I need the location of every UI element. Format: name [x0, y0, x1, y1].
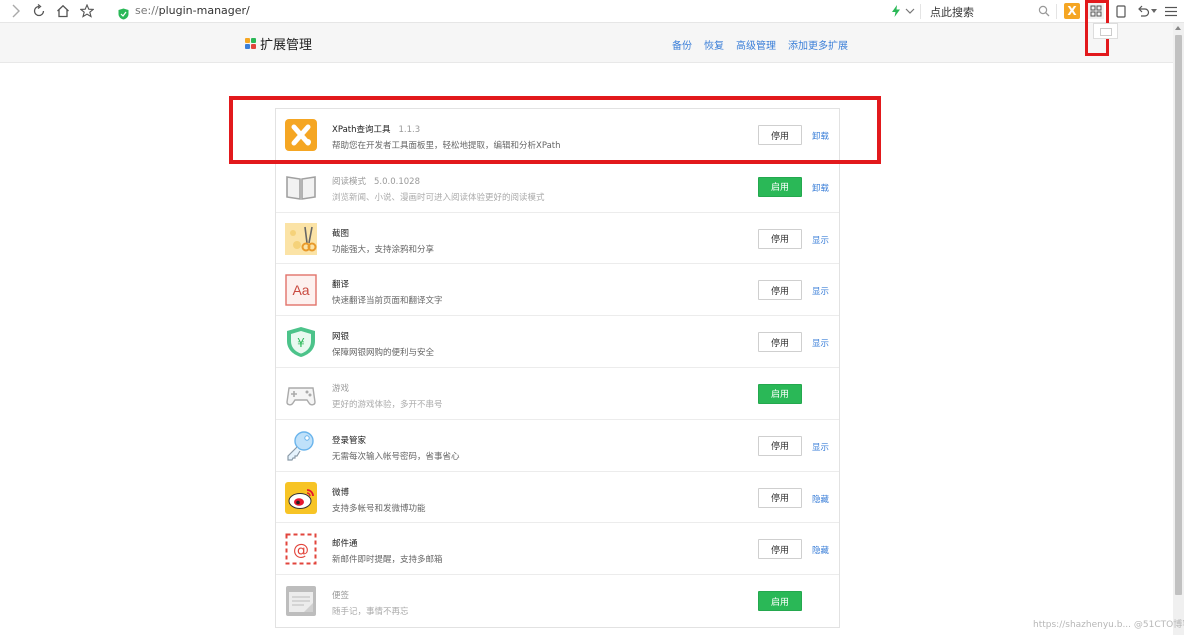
hide-link[interactable]: 隐藏	[812, 493, 829, 505]
browser-toolbar: se://plugin-manager/ 点此搜索 X	[0, 0, 1184, 23]
extension-row-mail: @ 邮件通 新邮件即时提醒，支持多邮箱 停用 隐藏	[276, 523, 839, 576]
show-link[interactable]: 显示	[812, 234, 829, 246]
xpath-extension-icon[interactable]: X	[1064, 3, 1080, 19]
extension-desc: 无需每次输入帐号密码，省事省心	[332, 451, 460, 462]
search-input[interactable]: 点此搜索	[930, 4, 974, 20]
disable-button[interactable]: 停用	[758, 487, 802, 508]
tablet-icon[interactable]	[1113, 3, 1129, 19]
bank-shield-icon: ¥	[285, 326, 317, 358]
extension-row-translate: Aa 翻译 快速翻译当前页面和翻译文字 停用 显示	[276, 264, 839, 317]
extension-version: 5.0.0.1028	[374, 176, 420, 187]
watermark: https://shazhenyu.b... @51CTO博客	[1033, 620, 1184, 630]
extension-desc: 保障网银网购的便利与安全	[332, 348, 435, 359]
address-scheme: se://	[135, 4, 159, 17]
show-link[interactable]: 显示	[812, 441, 829, 453]
refresh-icon[interactable]	[31, 3, 47, 19]
toolbar-divider	[920, 4, 921, 19]
undo-dropdown-icon[interactable]	[1150, 3, 1158, 19]
show-link[interactable]: 显示	[812, 337, 829, 349]
enable-button[interactable]: 启用	[758, 176, 802, 197]
key-icon	[285, 430, 317, 462]
extension-list: XPath查询工具 1.1.3 帮助您在开发者工具面板里，轻松地提取，编辑和分析X…	[275, 108, 840, 628]
extension-row-weibo: 微博 支持多帐号和发微博功能 停用 隐藏	[276, 472, 839, 524]
header-links: 备份 恢复 高级管理 添加更多扩展	[672, 37, 848, 52]
enable-button[interactable]: 启用	[758, 383, 802, 404]
add-more-extensions-link[interactable]: 添加更多扩展	[788, 37, 848, 52]
extension-row-note: 便签 随手记，事情不再忘 启用	[276, 575, 839, 627]
menu-icon[interactable]	[1163, 3, 1179, 19]
extension-name: 邮件通	[332, 539, 358, 550]
restore-link[interactable]: 恢复	[704, 37, 724, 52]
mail-icon: @	[285, 533, 317, 565]
extension-row-screenshot: 截图 功能强大，支持涂鸦和分享 停用 显示	[276, 213, 839, 265]
extension-desc: 浏览新闻、小说、漫画时可进入阅读体验更好的阅读模式	[332, 192, 545, 203]
brand: 扩展管理	[245, 34, 312, 53]
secure-shield-icon	[118, 5, 129, 20]
hide-link[interactable]: 隐藏	[812, 544, 829, 556]
search-icon[interactable]	[1036, 3, 1052, 19]
home-icon[interactable]	[55, 3, 71, 19]
uninstall-link[interactable]: 卸载	[812, 182, 829, 194]
backup-link[interactable]: 备份	[672, 37, 692, 52]
disable-button[interactable]: 停用	[758, 228, 802, 249]
extension-row-login-manager: 登录管家 无需每次输入帐号密码，省事省心 停用 显示	[276, 420, 839, 472]
disable-button[interactable]: 停用	[758, 435, 802, 456]
address-path: plugin-manager/	[158, 4, 250, 17]
extension-desc: 快速翻译当前页面和翻译文字	[332, 296, 443, 307]
extension-desc: 功能强大，支持涂鸦和分享	[332, 244, 435, 255]
toolbar-tooltip	[1093, 23, 1118, 39]
extension-name: 游戏	[332, 383, 350, 394]
extension-row-ebank: ¥ 网银 保障网银网购的便利与安全 停用 显示	[276, 316, 839, 368]
translate-icon: Aa	[285, 274, 317, 307]
scissors-icon	[285, 222, 317, 255]
extension-row-game: 游戏 更好的游戏体验，多开不串号 启用	[276, 368, 839, 420]
extension-desc: 更好的游戏体验，多开不串号	[332, 399, 443, 410]
extension-name: 微博	[332, 487, 350, 498]
advanced-manage-link[interactable]: 高级管理	[736, 37, 776, 52]
svg-text:¥: ¥	[297, 336, 305, 350]
extension-name: 网银	[332, 332, 350, 343]
svg-text:@: @	[293, 540, 309, 559]
toolbar-divider	[1056, 4, 1057, 19]
extension-name: 阅读模式 5.0.0.1028	[332, 176, 420, 187]
extension-name: 登录管家	[332, 435, 367, 446]
enable-button[interactable]: 启用	[758, 591, 802, 612]
disable-button[interactable]: 停用	[758, 332, 802, 353]
book-icon	[285, 171, 317, 203]
show-link[interactable]: 显示	[812, 285, 829, 297]
disable-button[interactable]: 停用	[758, 280, 802, 301]
extension-name: 翻译	[332, 280, 350, 291]
disable-button[interactable]: 停用	[758, 539, 802, 560]
gamepad-icon	[285, 378, 317, 410]
extension-desc: 随手记，事情不再忘	[332, 607, 409, 618]
extension-blocks-icon	[245, 37, 257, 50]
extension-row-reader: 阅读模式 5.0.0.1028 浏览新闻、小说、漫画时可进入阅读体验更好的阅读模式…	[276, 161, 839, 213]
scroll-up-arrow-icon[interactable]	[1175, 26, 1181, 30]
extension-desc: 新邮件即时提醒，支持多邮箱	[332, 555, 443, 566]
weibo-icon	[285, 481, 317, 514]
highlight-box-xpath	[229, 96, 881, 164]
extension-name: 便签	[332, 591, 350, 602]
page-header: 扩展管理 备份 恢复 高级管理 添加更多扩展	[0, 23, 1173, 63]
note-icon	[285, 585, 317, 617]
extension-desc: 支持多帐号和发微博功能	[332, 503, 426, 514]
page-title: 扩展管理	[260, 38, 313, 53]
bookmark-star-icon[interactable]	[79, 3, 95, 19]
extension-name: 截图	[332, 228, 350, 239]
svg-text:Aa: Aa	[292, 282, 309, 298]
scroll-thumb[interactable]	[1175, 35, 1182, 595]
forward-icon[interactable]	[8, 3, 24, 19]
chevron-down-icon[interactable]	[902, 3, 918, 19]
scrollbar[interactable]	[1173, 23, 1184, 635]
address-bar[interactable]: se://plugin-manager/	[135, 4, 250, 17]
